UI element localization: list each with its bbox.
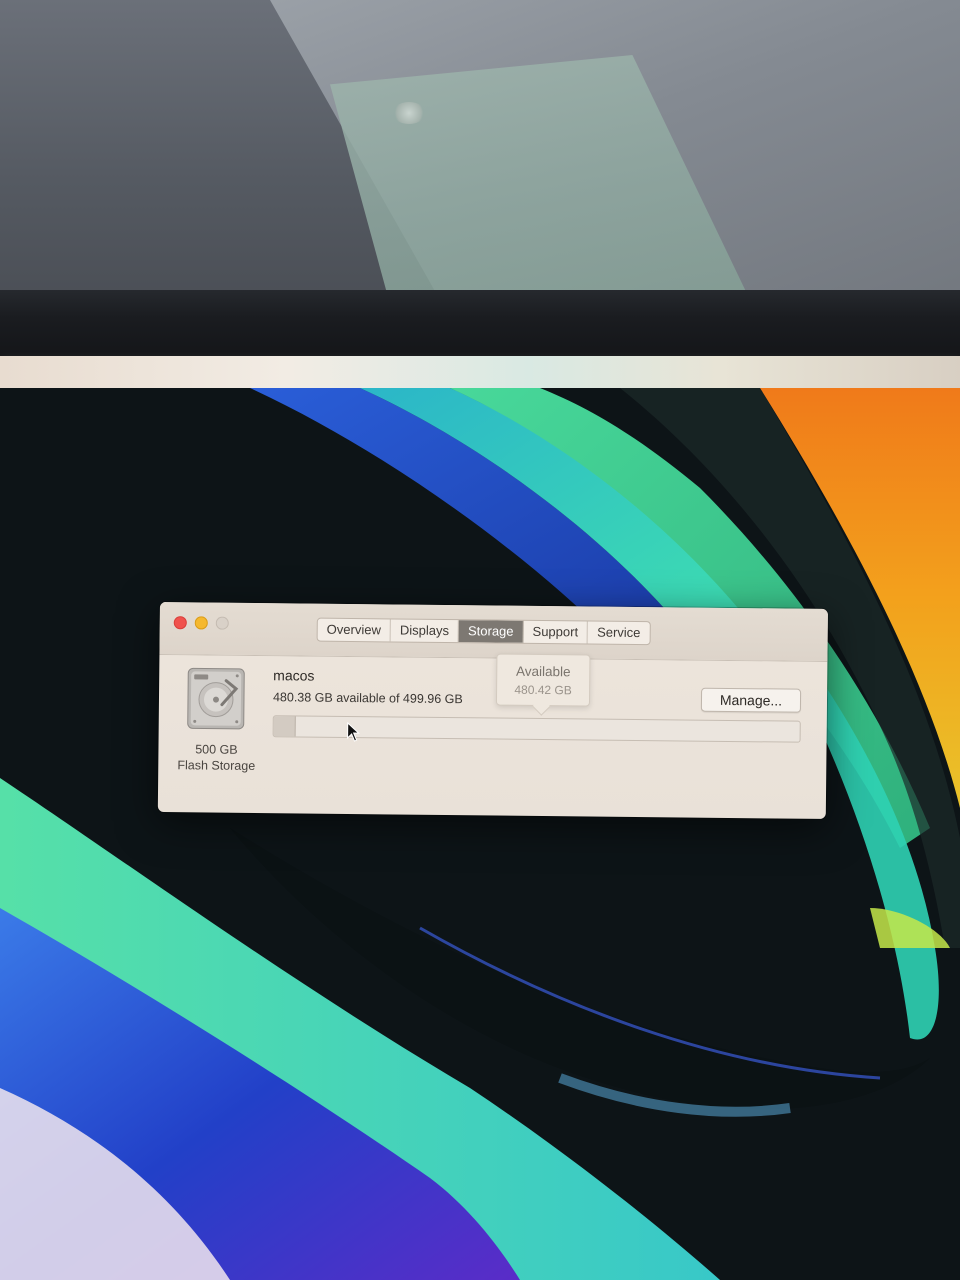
tooltip-title: Available <box>515 663 571 680</box>
manage-button[interactable]: Manage... <box>700 687 802 713</box>
tab-service[interactable]: Service <box>588 621 650 644</box>
minimize-button[interactable] <box>194 616 208 630</box>
available-tooltip: Available 480.42 GB <box>495 653 591 707</box>
tooltip-value: 480.42 GB <box>514 682 572 698</box>
volume-name: macos <box>273 667 315 684</box>
zoom-button[interactable] <box>215 616 229 630</box>
window-titlebar: Overview Displays Storage Support Servic… <box>159 602 828 662</box>
tab-overview[interactable]: Overview <box>317 618 392 642</box>
storage-used-segment[interactable] <box>273 716 296 737</box>
desktop-wallpaper <box>0 388 960 1280</box>
wallpaper-art <box>0 388 960 1280</box>
tab-support[interactable]: Support <box>523 620 589 644</box>
mouse-pointer-icon <box>347 721 360 742</box>
glass-knob <box>392 102 426 124</box>
tab-bar: Overview Displays Storage Support Servic… <box>316 617 651 646</box>
tab-storage[interactable]: Storage <box>458 620 524 643</box>
disk-type: Flash Storage <box>177 758 256 774</box>
disk-capacity: 500 GB <box>195 742 238 757</box>
screen-glare <box>0 356 960 390</box>
hard-drive-icon <box>187 667 245 730</box>
laptop-bezel <box>0 290 960 360</box>
volume-available-text: 480.38 GB available of 499.96 GB <box>272 690 463 707</box>
close-button[interactable] <box>173 616 187 630</box>
about-this-mac-window: Overview Displays Storage Support Servic… <box>157 602 828 819</box>
tab-displays[interactable]: Displays <box>390 619 460 643</box>
